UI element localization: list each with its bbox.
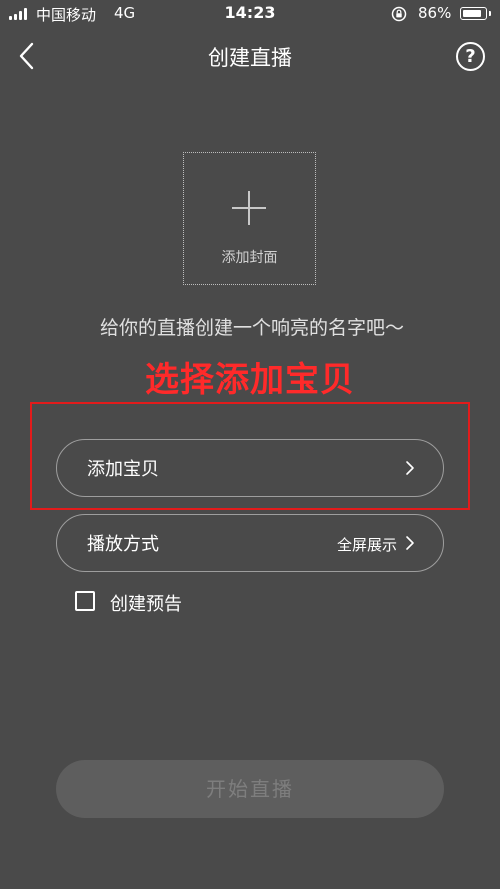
play-mode-label: 播放方式 <box>87 534 159 555</box>
play-mode-value: 全屏展示 <box>336 536 397 554</box>
create-preview-label: 创建预告 <box>110 594 182 615</box>
chevron-right-icon <box>406 536 414 550</box>
status-bar: 中国移动 4G 14:23 86% <box>0 0 500 28</box>
orientation-lock-icon <box>391 6 407 22</box>
page-title: 创建直播 <box>208 46 292 70</box>
live-title-input[interactable] <box>40 310 464 346</box>
create-preview-checkbox[interactable] <box>75 591 95 611</box>
add-item-button[interactable]: 添加宝贝 <box>56 439 444 497</box>
add-cover-label: 添加封面 <box>221 250 278 266</box>
add-cover-button[interactable]: 添加封面 <box>183 152 316 285</box>
chevron-right-icon <box>406 461 414 475</box>
add-item-label: 添加宝贝 <box>87 459 159 480</box>
annotation-text: 选择添加宝贝 <box>145 360 355 400</box>
battery-nub <box>489 11 491 16</box>
battery-fill <box>462 9 481 17</box>
create-live-screen: 中国移动 4G 14:23 86% 创建直播 ? 添加封面 选择添加宝贝 添加宝… <box>0 0 500 889</box>
help-button[interactable]: ? <box>456 42 485 71</box>
start-live-button[interactable]: 开始直播 <box>56 760 444 818</box>
battery-percent: 86% <box>418 4 452 22</box>
play-mode-button[interactable]: 播放方式 全屏展示 <box>56 514 444 572</box>
battery-icon <box>460 7 491 20</box>
plus-icon <box>232 191 266 225</box>
